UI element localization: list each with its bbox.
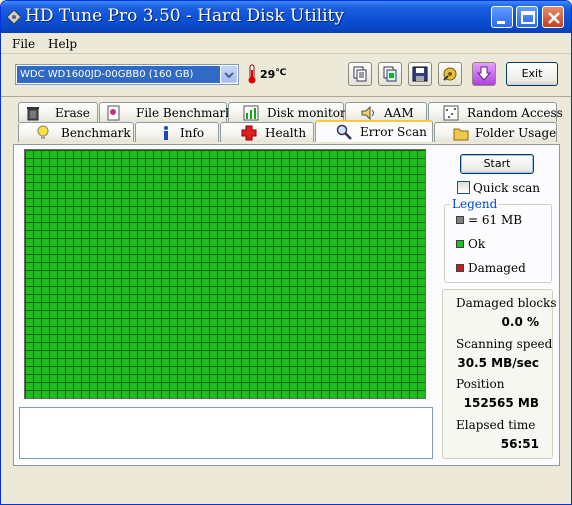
- maximize-icon: [521, 11, 535, 24]
- minimize-icon: [497, 21, 505, 24]
- tab-erase-label: Erase: [55, 106, 90, 120]
- quick-scan-checkbox[interactable]: [457, 181, 470, 194]
- app-icon: [7, 10, 21, 24]
- quick-scan-label: Quick scan: [473, 181, 540, 195]
- close-button[interactable]: [542, 6, 564, 28]
- tab-file-benchmark[interactable]: File Benchmark: [99, 102, 233, 122]
- minimize-button[interactable]: [491, 6, 513, 28]
- app-window: HD Tune Pro 3.50 - Hard Disk Utility Fil…: [0, 0, 572, 505]
- copy-info-icon: [353, 66, 367, 82]
- legend-ok-label: Ok: [468, 237, 486, 251]
- copy-info-button[interactable]: [348, 62, 372, 86]
- copy-screenshot-button[interactable]: [378, 62, 402, 86]
- menu-bar: File Help: [1, 34, 571, 54]
- drive-select-value: WDC WD1600JD-00GBB0 (160 GB): [17, 66, 220, 83]
- menu-help[interactable]: Help: [48, 37, 77, 51]
- options-icon: [443, 67, 457, 81]
- tab-disk-monitor[interactable]: Disk monitor: [228, 102, 346, 122]
- download-icon: [476, 66, 492, 81]
- tab-error-scan[interactable]: Error Scan: [315, 120, 433, 142]
- speaker-icon: [361, 105, 374, 121]
- save-icon: [412, 66, 428, 82]
- tab-aam-label: AAM: [384, 106, 414, 120]
- info-icon: [164, 126, 168, 140]
- tab-folder-usage[interactable]: Folder Usage: [434, 122, 557, 142]
- copy-screenshot-icon: [383, 66, 397, 82]
- damaged-blocks-value: 0.0 %: [501, 315, 539, 329]
- file-benchmark-icon: [107, 105, 120, 121]
- menu-file[interactable]: File: [12, 37, 35, 51]
- tab-benchmark[interactable]: Benchmark: [18, 122, 134, 142]
- start-button[interactable]: Start: [460, 154, 534, 174]
- random-access-icon: [443, 105, 459, 121]
- tab-info[interactable]: Info: [135, 122, 219, 142]
- toolbar: WDC WD1600JD-00GBB0 (160 GB) 29℃ Exit: [1, 55, 571, 97]
- scanning-speed-value: 30.5 MB/sec: [457, 356, 539, 370]
- maximize-button[interactable]: [516, 6, 538, 28]
- folder-icon: [453, 128, 469, 141]
- tab-health[interactable]: Health: [220, 122, 314, 142]
- save-button[interactable]: [408, 62, 432, 86]
- thermometer-icon: [248, 64, 256, 84]
- tab-folder-usage-label: Folder Usage: [475, 126, 557, 140]
- tab-file-benchmark-label: File Benchmark: [136, 106, 233, 120]
- scan-log-box[interactable]: [19, 407, 433, 459]
- damaged-blocks-label: Damaged blocks: [456, 296, 557, 310]
- download-button[interactable]: [472, 62, 496, 86]
- red-swatch-icon: [456, 264, 464, 272]
- tab-health-label: Health: [265, 126, 307, 140]
- trash-icon: [27, 107, 39, 121]
- options-button[interactable]: [438, 62, 462, 86]
- tab-info-label: Info: [180, 126, 205, 140]
- gray-swatch-icon: [456, 216, 464, 224]
- elapsed-time-value: 56:51: [500, 437, 539, 451]
- temperature-value: 29℃: [260, 68, 287, 81]
- exit-button[interactable]: Exit: [506, 62, 558, 86]
- lightbulb-icon: [37, 125, 49, 139]
- elapsed-time-label: Elapsed time: [456, 418, 536, 432]
- tab-random-access-label: Random Access: [467, 106, 563, 120]
- tab-error-scan-label: Error Scan: [360, 125, 427, 139]
- magnifier-icon: [336, 124, 352, 140]
- dropdown-arrow-icon[interactable]: [221, 66, 237, 83]
- tab-erase[interactable]: Erase: [18, 102, 98, 122]
- tab-benchmark-label: Benchmark: [61, 126, 131, 140]
- legend-damaged-label: Damaged: [468, 261, 526, 275]
- close-icon: [548, 12, 560, 24]
- disk-monitor-icon: [243, 105, 259, 121]
- tab-random-access[interactable]: Random Access: [428, 102, 563, 122]
- position-label: Position: [456, 377, 505, 391]
- tab-aam[interactable]: AAM: [345, 102, 427, 122]
- green-swatch-icon: [456, 240, 464, 248]
- scan-block-grid: [24, 149, 426, 399]
- position-value: 152565 MB: [463, 396, 539, 410]
- drive-select[interactable]: WDC WD1600JD-00GBB0 (160 GB): [15, 64, 239, 85]
- legend-title: Legend: [450, 197, 500, 211]
- health-cross-icon: [241, 125, 257, 141]
- scanning-speed-label: Scanning speed: [456, 337, 553, 351]
- window-title: HD Tune Pro 3.50 - Hard Disk Utility: [25, 6, 344, 26]
- legend-block-size-label: = 61 MB: [468, 213, 523, 227]
- tab-disk-monitor-label: Disk monitor: [267, 106, 346, 120]
- title-bar[interactable]: HD Tune Pro 3.50 - Hard Disk Utility: [1, 1, 571, 33]
